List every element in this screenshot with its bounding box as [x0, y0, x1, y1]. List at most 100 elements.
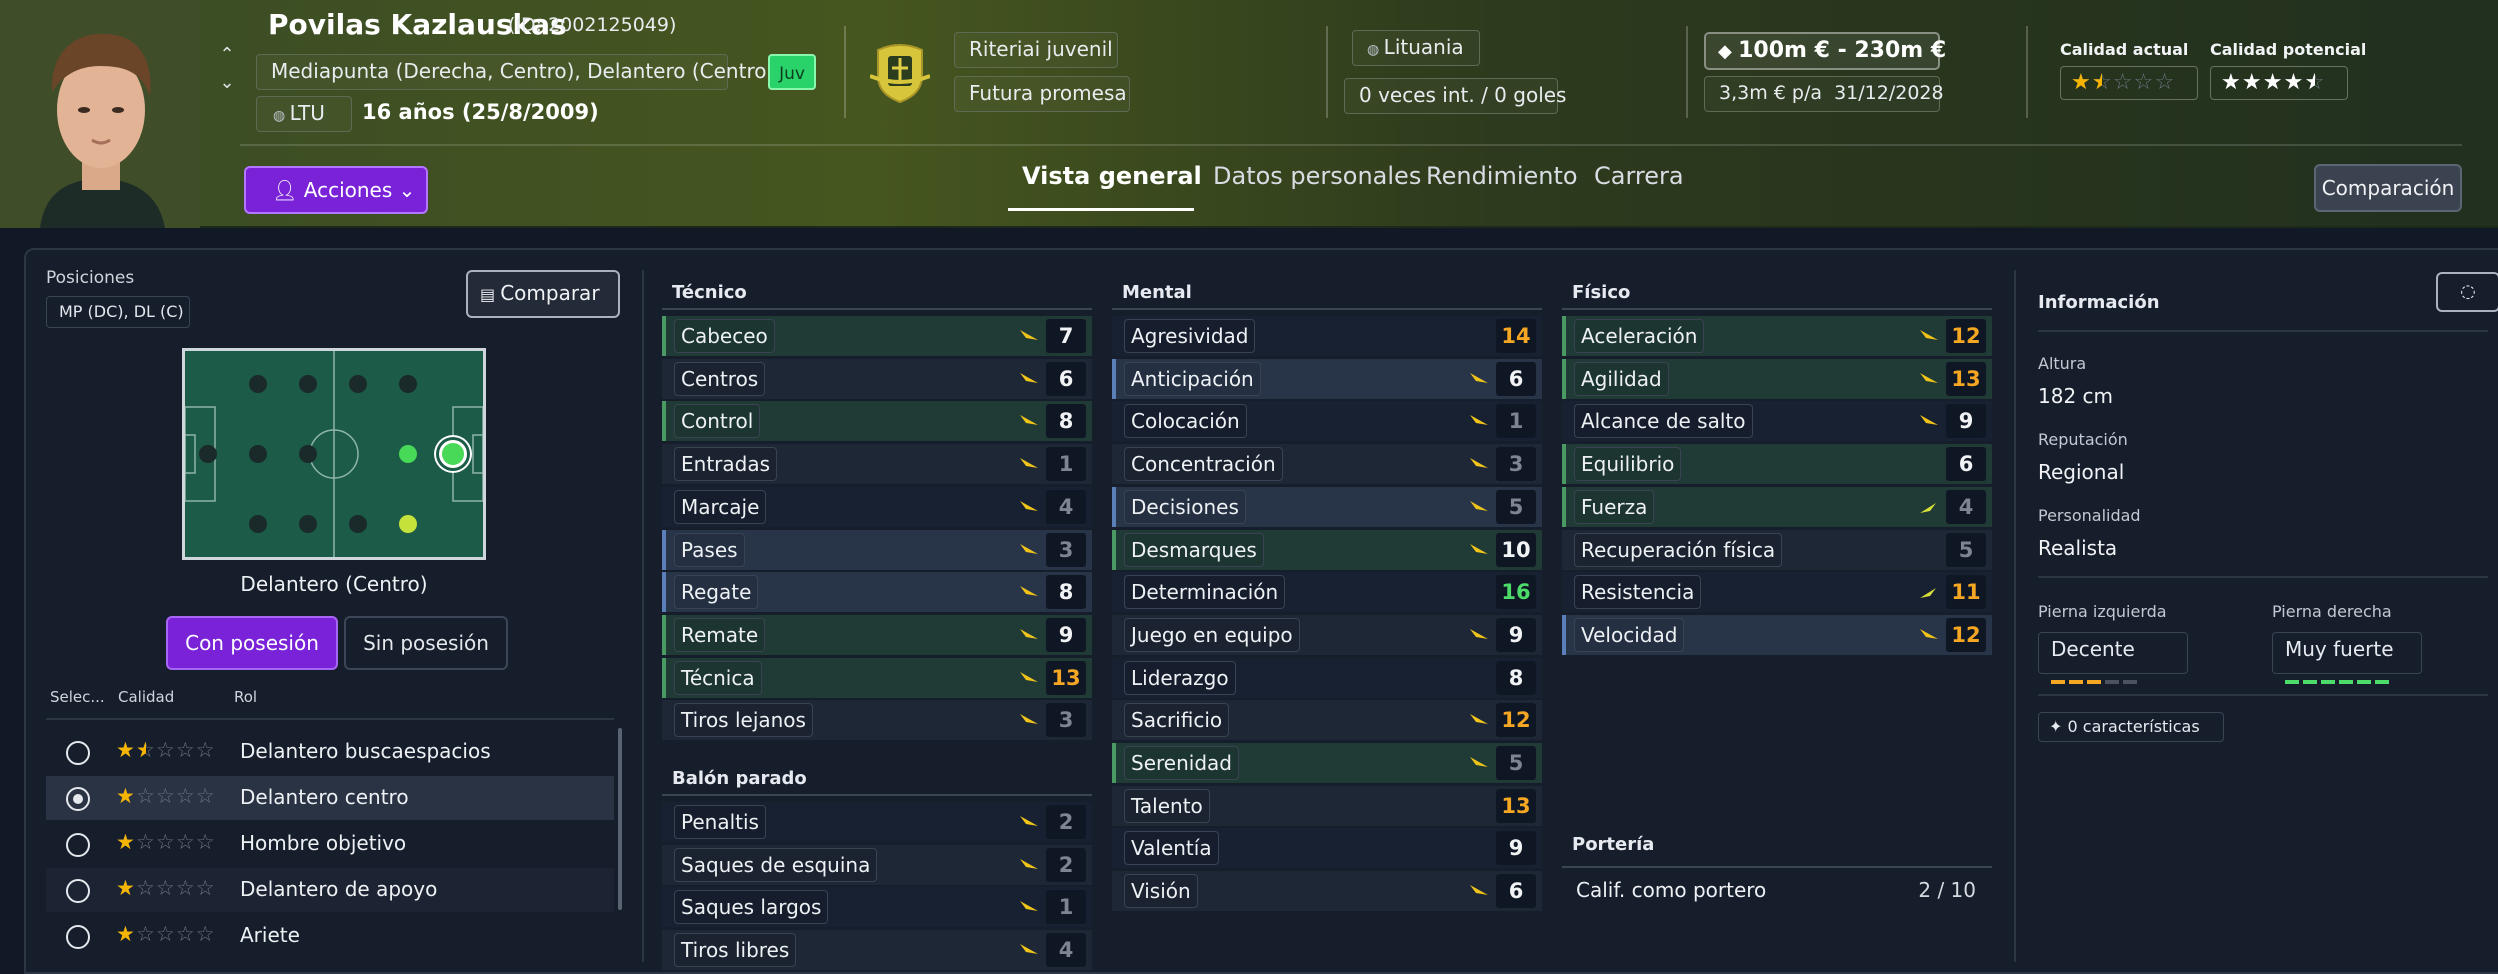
attribute-row[interactable]: Fuerza 4 — [1562, 486, 1992, 527]
role-name: Ariete — [240, 923, 300, 947]
highlight-marker — [1562, 358, 1566, 399]
nation-code: LTU — [289, 101, 325, 125]
role-row[interactable]: ☆★☆★☆★☆★☆★Hombre objetivo — [46, 822, 614, 866]
role-radio[interactable] — [66, 925, 90, 949]
attribute-row[interactable]: Juego en equipo 9 — [1112, 614, 1542, 655]
star-icon: ☆★ — [116, 784, 135, 808]
attribute-row[interactable]: Tiros libres 4 — [662, 930, 1092, 971]
attribute-row[interactable]: Marcaje 4 — [662, 486, 1092, 527]
club-crest-icon[interactable] — [869, 36, 931, 104]
col-quality[interactable]: Calidad — [118, 688, 174, 706]
attribute-row[interactable]: Remate 9 — [662, 614, 1092, 655]
attribute-row[interactable]: Recuperación física 5 — [1562, 529, 1992, 570]
star-icon: ☆★ — [135, 876, 155, 900]
previous-player-icon[interactable]: ⌃ — [216, 44, 238, 66]
role-quality-stars: ☆★☆★☆★☆★☆★ — [116, 784, 216, 808]
traits-chip[interactable]: ✦ 0 características — [2038, 712, 2224, 742]
attribute-row[interactable]: Aceleración 12 — [1562, 316, 1992, 356]
role-radio[interactable] — [66, 833, 90, 857]
divider — [2026, 26, 2028, 118]
tab-datos-personales[interactable]: Datos personales — [1213, 162, 1421, 190]
attribute-row[interactable]: Valentía 9 — [1112, 828, 1542, 869]
role-row[interactable]: ☆★☆★☆★☆★☆★Delantero de apoyo — [46, 868, 614, 912]
attribute-value: 7 — [1046, 319, 1086, 353]
divider — [46, 718, 614, 720]
section-title-fisico: Físico — [1572, 282, 1631, 303]
profile-icon[interactable]: ◌ — [2436, 272, 2498, 312]
compare-button[interactable]: ▤ Comparar — [466, 270, 620, 318]
attribute-row[interactable]: Saques de esquina 2 — [662, 844, 1092, 885]
status-box: Futura promesa — [954, 76, 1130, 112]
attribute-row[interactable]: Técnica 13 — [662, 657, 1092, 698]
pitch-slot — [299, 445, 317, 463]
nationality-text: Lituania — [1383, 35, 1464, 59]
attribute-row[interactable]: Visión 6 — [1112, 871, 1542, 912]
next-player-icon[interactable]: ⌄ — [216, 72, 238, 94]
youth-badge: Juv — [768, 54, 816, 90]
highlight-marker — [1112, 700, 1116, 740]
current-quality-stars: ☆★☆★☆★☆★☆★ — [2060, 66, 2198, 100]
divider — [662, 794, 1092, 796]
role-row[interactable]: ☆★☆★☆★☆★☆★Ariete — [46, 914, 614, 958]
attribute-row[interactable]: Agilidad 13 — [1562, 358, 1992, 399]
attribute-row[interactable]: Agresividad 14 — [1112, 316, 1542, 356]
role-radio[interactable] — [66, 741, 90, 765]
attribute-row[interactable]: Talento 13 — [1112, 785, 1542, 826]
col-role[interactable]: Rol — [234, 688, 257, 706]
attribute-name: Tiros libres — [674, 933, 797, 968]
role-radio[interactable] — [66, 879, 90, 903]
position-pitch[interactable] — [182, 348, 486, 560]
attribute-value: 2 — [1046, 805, 1086, 839]
nationality-box[interactable]: ◍ Lituania — [1352, 30, 1480, 66]
attribute-row[interactable]: Equilibrio 6 — [1562, 444, 1992, 485]
attribute-row[interactable]: Concentración 3 — [1112, 444, 1542, 485]
attribute-row[interactable]: Pases 3 — [662, 529, 1092, 570]
tab-with-possession[interactable]: Con posesión — [166, 616, 338, 670]
attribute-row[interactable]: Determinación 16 — [1112, 572, 1542, 613]
attribute-row[interactable]: Sacrificio 12 — [1112, 700, 1542, 741]
nation-chip[interactable]: ◍ LTU — [256, 96, 352, 132]
attribute-row[interactable]: Colocación 1 — [1112, 401, 1542, 442]
person-icon: 👤︎ — [272, 178, 298, 202]
attribute-row[interactable]: Penaltis 2 — [662, 802, 1092, 842]
attribute-value: 6 — [1046, 361, 1086, 396]
attribute-row[interactable]: Entradas 1 — [662, 444, 1092, 485]
attribute-row[interactable]: Anticipación 6 — [1112, 358, 1542, 399]
actions-button[interactable]: 👤︎ Acciones ⌄ — [244, 166, 428, 214]
attribute-value: 12 — [1946, 319, 1986, 353]
attribute-row[interactable]: Tiros lejanos 3 — [662, 700, 1092, 741]
attribute-row[interactable]: Velocidad 12 — [1562, 614, 1992, 655]
role-radio[interactable] — [66, 787, 90, 811]
attribute-row[interactable]: Decisiones 5 — [1112, 486, 1542, 527]
attribute-row[interactable]: Control 8 — [662, 401, 1092, 442]
role-row[interactable]: ☆★☆★☆★☆★☆★Delantero centro — [46, 776, 614, 820]
attribute-row[interactable]: Liderazgo 8 — [1112, 657, 1542, 698]
attribute-row[interactable]: Resistencia 11 — [1562, 572, 1992, 613]
highlight-marker — [662, 444, 666, 484]
star-icon: ☆★ — [2154, 70, 2176, 95]
attribute-value: 3 — [1046, 532, 1086, 567]
club-team-box[interactable]: Riteriai juvenil — [954, 32, 1118, 68]
attribute-name: Anticipación — [1124, 361, 1261, 396]
scrollbar[interactable] — [618, 728, 622, 910]
attribute-row[interactable]: Regate 8 — [662, 572, 1092, 613]
trend-arrow-icon — [1468, 625, 1490, 645]
tab-without-possession[interactable]: Sin posesión — [344, 616, 508, 670]
star-icon: ☆★ — [2071, 70, 2092, 95]
trend-arrow-icon — [1468, 497, 1490, 517]
divider — [1112, 308, 1542, 310]
attribute-row[interactable]: Serenidad 5 — [1112, 743, 1542, 783]
comparison-button[interactable]: Comparación — [2314, 164, 2462, 212]
attribute-row[interactable]: Desmarques 10 — [1112, 529, 1542, 570]
pitch-slot — [249, 445, 267, 463]
tab-rendimiento[interactable]: Rendimiento — [1426, 162, 1578, 190]
tab-vista-general[interactable]: Vista general — [1022, 162, 1202, 190]
attribute-row[interactable]: Saques largos 1 — [662, 887, 1092, 928]
attribute-row[interactable]: Alcance de salto 9 — [1562, 401, 1992, 442]
col-select[interactable]: Selec... — [50, 688, 105, 706]
role-row[interactable]: ☆★☆★☆★☆★☆★Delantero buscaespacios — [46, 730, 614, 774]
tab-carrera[interactable]: Carrera — [1594, 162, 1684, 190]
attribute-row[interactable]: Centros 6 — [662, 358, 1092, 399]
attribute-row[interactable]: Cabeceo 7 — [662, 316, 1092, 356]
highlight-marker — [662, 700, 666, 740]
